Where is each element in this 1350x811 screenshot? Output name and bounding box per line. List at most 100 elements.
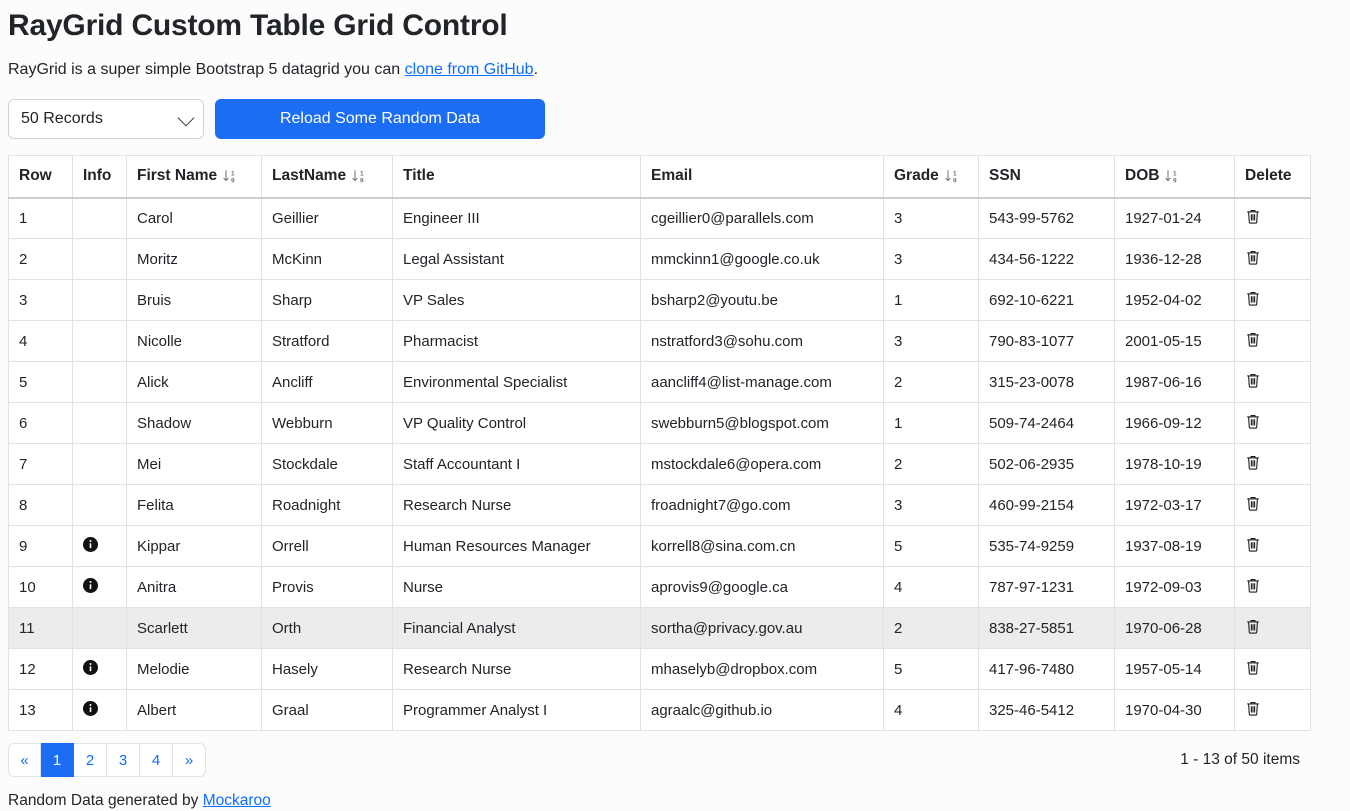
cell-value: 1936-12-28 <box>1125 250 1202 268</box>
pagination-page-2[interactable]: 2 <box>74 743 107 777</box>
cell-row: 8 <box>8 484 73 526</box>
table-row[interactable]: 12 Melodie Hasely Research Nurse mhaselyb@dr… <box>8 648 1311 690</box>
cell-value: 502-06-2935 <box>989 455 1075 473</box>
cell-info[interactable] <box>72 648 127 690</box>
table-row[interactable]: 6 Shadow Webburn VP Quality Control swebburn… <box>8 402 1311 444</box>
delete-row-button[interactable] <box>1245 249 1261 266</box>
info-circle-fill-icon[interactable] <box>83 536 98 552</box>
pagination-prev[interactable]: « <box>8 743 41 777</box>
cell-row: 6 <box>8 402 73 444</box>
cell-row: 4 <box>8 320 73 362</box>
sort-numeric-down-icon[interactable]: 19 <box>222 168 238 184</box>
cell-row: 3 <box>8 279 73 321</box>
delete-row-button[interactable] <box>1245 208 1261 225</box>
sort-numeric-down-icon[interactable]: 19 <box>351 168 367 184</box>
cell-ssn: 543-99-5762 <box>978 197 1115 239</box>
cell-value: 3 <box>894 209 903 227</box>
cell-value: Geillier <box>272 209 319 227</box>
table-row[interactable]: 10 Anitra Provis Nurse aprovis9@google.ca 4 78… <box>8 566 1311 608</box>
table-row[interactable]: 7 Mei Stockdale Staff Accountant I mstockdal… <box>8 443 1311 485</box>
cell-value: 12 <box>19 660 36 678</box>
table-row[interactable]: 3 Bruis Sharp VP Sales bsharp2@youtu.be 1 692-… <box>8 279 1311 321</box>
cell-del <box>1234 197 1311 239</box>
column-header-last[interactable]: LastName 1 9 <box>261 155 393 199</box>
cell-value: aprovis9@google.ca <box>651 578 788 596</box>
cell-value: 4 <box>894 701 903 719</box>
delete-row-button[interactable] <box>1245 454 1261 471</box>
table-row[interactable]: 1 Carol Geillier Engineer III cgeillier0@par… <box>8 197 1311 239</box>
cell-first: Carol <box>126 197 262 239</box>
cell-value: VP Quality Control <box>403 414 527 432</box>
pagination-page-4[interactable]: 4 <box>140 743 173 777</box>
cell-value: Moritz <box>137 250 178 268</box>
cell-info[interactable] <box>72 566 127 608</box>
table-row[interactable]: 9 Kippar Orrell Human Resources Manager korr… <box>8 525 1311 567</box>
svg-text:1: 1 <box>953 171 957 178</box>
cell-value: Programmer Analyst I <box>403 701 548 719</box>
cell-first: Nicolle <box>126 320 262 362</box>
delete-row-button[interactable] <box>1245 659 1261 676</box>
cell-value: Mei <box>137 455 162 473</box>
pagination-page-3[interactable]: 3 <box>107 743 140 777</box>
delete-row-button[interactable] <box>1245 577 1261 594</box>
cell-value: Engineer III <box>403 209 480 227</box>
cell-last: Hasely <box>261 648 393 690</box>
cell-row: 10 <box>8 566 73 608</box>
cell-value: 315-23-0078 <box>989 373 1075 391</box>
info-circle-fill-icon[interactable] <box>83 659 98 675</box>
cell-value: nstratford3@sohu.com <box>651 332 803 350</box>
cell-info[interactable] <box>72 689 127 731</box>
cell-grade: 1 <box>883 402 979 444</box>
cell-value: 1927-01-24 <box>1125 209 1202 227</box>
cell-value: 434-56-1222 <box>989 250 1075 268</box>
cell-value: Provis <box>272 578 314 596</box>
table-row[interactable]: 2 Moritz McKinn Legal Assistant mmckinn1@goo… <box>8 238 1311 280</box>
table-row[interactable]: 4 Nicolle Stratford Pharmacist nstratford3@s… <box>8 320 1311 362</box>
column-header-first[interactable]: First Name 1 9 <box>126 155 262 199</box>
cell-grade: 2 <box>883 361 979 403</box>
delete-row-button[interactable] <box>1245 536 1261 553</box>
reload-random-data-button[interactable]: Reload Some Random Data <box>215 99 545 139</box>
table-row[interactable]: 11 Scarlett Orth Financial Analyst sortha@pr… <box>8 607 1311 649</box>
cell-grade: 4 <box>883 566 979 608</box>
cell-ssn: 460-99-2154 <box>978 484 1115 526</box>
cell-first: Felita <box>126 484 262 526</box>
delete-row-button[interactable] <box>1245 372 1261 389</box>
delete-row-button[interactable] <box>1245 618 1261 635</box>
info-circle-fill-icon[interactable] <box>83 700 98 716</box>
pagination-next[interactable]: » <box>173 743 206 777</box>
delete-row-button[interactable] <box>1245 700 1261 717</box>
cell-info[interactable] <box>72 525 127 567</box>
table-row[interactable]: 13 Albert Graal Programmer Analyst I agraalc… <box>8 689 1311 731</box>
table-row[interactable]: 5 Alick Ancliff Environmental Specialist aan… <box>8 361 1311 403</box>
pagination-page-1[interactable]: 1 <box>41 743 74 777</box>
sort-numeric-down-icon[interactable]: 19 <box>944 168 960 184</box>
records-count-select[interactable]: 50 Records <box>8 99 204 139</box>
sort-numeric-down-icon[interactable]: 19 <box>1164 168 1180 184</box>
cell-value: 4 <box>19 332 28 350</box>
column-header-dob[interactable]: DOB 1 9 <box>1114 155 1235 199</box>
cell-email: mmckinn1@google.co.uk <box>640 238 884 280</box>
cell-del <box>1234 525 1311 567</box>
delete-row-button[interactable] <box>1245 290 1261 307</box>
delete-row-button[interactable] <box>1245 413 1261 430</box>
cell-value: Felita <box>137 496 174 514</box>
pagination: «1 2 3 4» <box>8 743 206 777</box>
delete-row-button[interactable] <box>1245 495 1261 512</box>
credit-text-prefix: Random Data generated by <box>8 792 203 809</box>
cell-ssn: 509-74-2464 <box>978 402 1115 444</box>
page-title: RayGrid Custom Table Grid Control <box>8 9 508 42</box>
info-circle-fill-icon[interactable] <box>83 577 98 593</box>
cell-value: 325-46-5412 <box>989 701 1075 719</box>
cell-dob: 1987-06-16 <box>1114 361 1235 403</box>
cell-first: Scarlett <box>126 607 262 649</box>
cell-info <box>72 361 127 403</box>
table-row[interactable]: 8 Felita Roadnight Research Nurse froadnight… <box>8 484 1311 526</box>
delete-row-button[interactable] <box>1245 331 1261 348</box>
cell-del <box>1234 566 1311 608</box>
column-header-grade[interactable]: Grade 1 9 <box>883 155 979 199</box>
cell-value: Hasely <box>272 660 318 678</box>
clone-from-github-link[interactable]: clone from GitHub <box>405 61 534 78</box>
mockaroo-link[interactable]: Mockaroo <box>203 792 271 809</box>
cell-grade: 5 <box>883 525 979 567</box>
